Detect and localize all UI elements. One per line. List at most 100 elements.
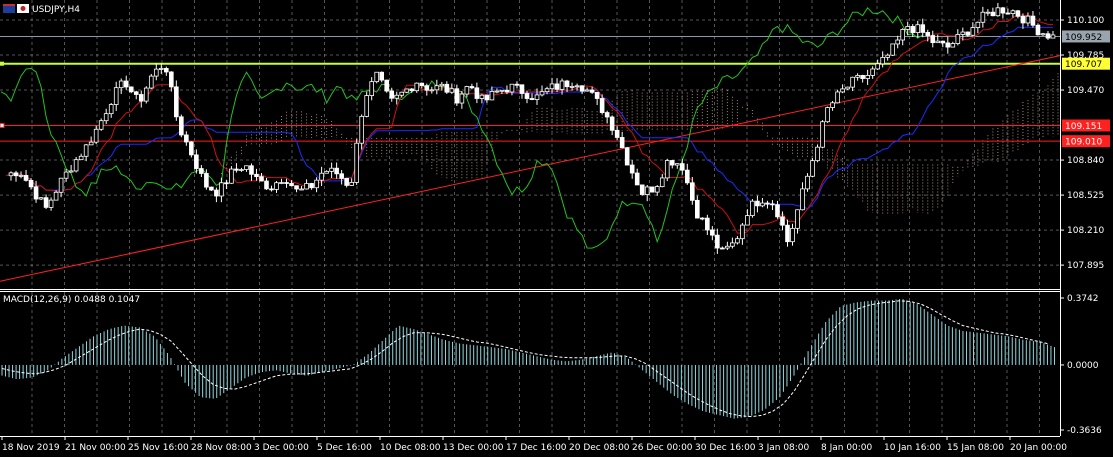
candle-up [855, 75, 860, 78]
candle-up [970, 27, 976, 36]
time-tick-label: 13 Dec 00:00 [443, 443, 504, 453]
candle-up [48, 199, 54, 208]
candle-down [629, 164, 635, 174]
candle-up [68, 170, 74, 173]
price-tick-label: 108.210 [1067, 226, 1104, 236]
candle-up [980, 11, 986, 23]
candle-down [700, 217, 705, 220]
candle-up [870, 68, 875, 76]
time-tick-label: 25 Nov 16:00 [128, 443, 189, 453]
candle-down [519, 84, 525, 94]
candle-down [619, 137, 625, 149]
candle-up [885, 54, 890, 58]
candle-down [710, 229, 715, 236]
time-tick-label: 15 Jan 08:00 [947, 443, 1004, 453]
candle-up [880, 56, 885, 65]
candle-up [654, 186, 660, 193]
candle-up [38, 197, 44, 200]
candle-up [464, 86, 470, 95]
candle-down [564, 80, 570, 88]
candle-up [509, 83, 515, 93]
candle-up [244, 165, 249, 170]
flag-jp-dot [20, 6, 26, 11]
candle-up [584, 89, 590, 92]
candle-up [1010, 10, 1016, 14]
candle-down [925, 32, 931, 36]
candle-up [795, 209, 800, 229]
candle-down [1020, 15, 1026, 24]
candle-up [800, 188, 805, 211]
candle-up [494, 90, 500, 93]
time-tick-label: 17 Dec 16:00 [506, 443, 567, 453]
candle-up [915, 24, 921, 33]
candle-up [399, 91, 405, 96]
candle-down [634, 172, 640, 186]
candle-down [690, 182, 695, 201]
candle-up [760, 202, 765, 207]
candle-down [234, 168, 239, 171]
candle-down [599, 98, 605, 113]
symbol-title: USDJPY,H4 [32, 5, 80, 15]
candle-up [644, 186, 650, 195]
hline-anchor [0, 61, 4, 66]
candle-down [780, 216, 785, 226]
time-tick-label: 20 Dec 08:00 [569, 443, 630, 453]
candle-up [900, 29, 906, 41]
candle-down [194, 154, 199, 169]
time-tick-label: 3 Dec 00:00 [254, 443, 309, 453]
chart-canvas[interactable]: 110.100109.785109.470108.840108.525108.2… [0, 0, 1113, 457]
candle-down [189, 141, 194, 156]
candle-down [138, 94, 144, 102]
candle-up [935, 40, 941, 44]
candle-up [93, 128, 99, 143]
candle-up [559, 80, 565, 90]
candle-down [409, 88, 415, 92]
candle-up [549, 83, 555, 90]
candle-up [539, 91, 545, 96]
candle-up [118, 80, 124, 89]
candle-down [284, 182, 289, 184]
candle-down [289, 183, 294, 187]
macd-tick-label: -0.3636 [1067, 426, 1102, 436]
candle-up [850, 76, 855, 88]
candle-up [534, 94, 540, 100]
candle-down [184, 134, 189, 143]
time-tick-label: 5 Dec 16:00 [317, 443, 372, 453]
candle-down [164, 68, 169, 73]
candle-down [484, 94, 490, 101]
candle-up [108, 104, 114, 115]
candle-up [664, 160, 670, 179]
price-tick-label: 110.100 [1067, 16, 1104, 26]
candle-up [58, 177, 64, 193]
candle-up [434, 85, 440, 91]
candle-up [950, 43, 956, 48]
candle-up [995, 7, 1001, 17]
candle-up [78, 155, 84, 161]
candle-up [459, 93, 465, 104]
candle-down [123, 80, 129, 88]
candle-up [88, 141, 94, 146]
candle-up [725, 245, 730, 249]
candle-down [1030, 15, 1036, 26]
candle-up [354, 142, 359, 183]
candle-down [504, 89, 510, 93]
candle-up [569, 86, 575, 88]
candle-up [369, 81, 374, 96]
candle-up [985, 11, 991, 14]
candle-up [359, 115, 364, 144]
candle-down [379, 71, 385, 81]
candle-up [975, 21, 981, 28]
candle-up [820, 121, 825, 148]
candle-up [449, 88, 455, 93]
candle-down [13, 172, 19, 177]
price-label: 109.151 [1065, 122, 1102, 132]
candle-down [940, 40, 946, 44]
candle-up [805, 175, 810, 190]
candle-down [384, 79, 390, 92]
candle-up [1040, 33, 1046, 36]
candle-up [479, 94, 485, 99]
candle-down [1000, 7, 1006, 14]
candle-down [254, 173, 259, 178]
candle-down [529, 98, 535, 100]
candle-up [83, 144, 89, 157]
